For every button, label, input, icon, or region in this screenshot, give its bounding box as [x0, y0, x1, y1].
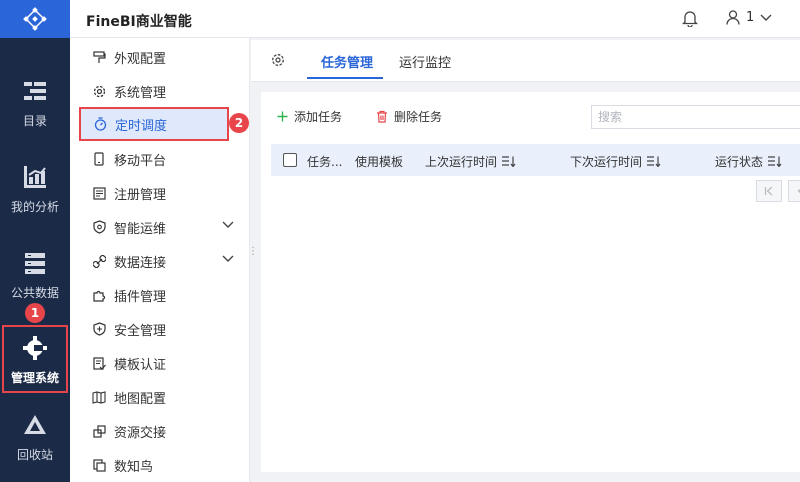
map-icon	[92, 390, 106, 404]
rail-item-recycle-bin[interactable]: 回收站	[0, 402, 70, 472]
app-logo[interactable]	[0, 0, 70, 38]
add-task-label: 添加任务	[294, 110, 343, 124]
task-panel: 添加任务 删除任务 任务... 使用模板 上次运行时间 下次运行时间 运行状态	[261, 92, 800, 472]
menu-item-label: 资源交接	[114, 425, 167, 441]
menu-item-intelligent-ops[interactable]: 智能运维	[80, 210, 240, 244]
top-header: FineBI商业智能 1	[70, 0, 800, 38]
rail-item-label: 公共数据	[10, 285, 59, 300]
rail-item-catalog[interactable]: 目录	[0, 68, 70, 138]
select-all-checkbox[interactable]	[283, 153, 297, 167]
menu-item-label: 数据连接	[114, 255, 167, 271]
left-rail: 目录 我的分析 公共数据 管理系统 1 回收站	[0, 0, 70, 482]
menu-item-registration[interactable]: 注册管理	[80, 176, 240, 210]
sort-icon[interactable]	[647, 156, 661, 167]
search-input[interactable]	[591, 105, 800, 129]
menu-item-label: 外观配置	[114, 51, 167, 67]
rail-item-label: 目录	[22, 113, 47, 128]
analysis-icon	[22, 164, 48, 190]
menu-item-data-connection[interactable]: 数据连接	[80, 244, 240, 278]
menu-item-label: 插件管理	[114, 289, 167, 305]
chevron-left-icon	[797, 188, 800, 194]
menu-item-plugin-management[interactable]: 插件管理	[80, 278, 240, 312]
puzzle-icon	[92, 288, 106, 302]
app-title: FineBI商业智能	[86, 14, 192, 30]
rail-item-my-analysis[interactable]: 我的分析	[0, 154, 70, 224]
menu-item-label: 安全管理	[114, 323, 167, 339]
menu-item-system-management[interactable]: 系统管理	[80, 74, 240, 108]
tab-task-management[interactable]: 任务管理	[321, 52, 373, 71]
recycle-icon	[22, 412, 48, 438]
tab-bar: 任务管理 运行监控	[251, 40, 800, 82]
rail-item-label: 我的分析	[10, 199, 59, 214]
paint-roller-icon	[92, 50, 106, 64]
first-page-icon	[764, 186, 773, 196]
user-menu[interactable]: 1	[726, 10, 772, 25]
rail-item-management-system[interactable]: 管理系统	[0, 325, 70, 395]
menu-item-label: 系统管理	[114, 85, 167, 101]
menu-item-template-certification[interactable]: 模板认证	[80, 346, 240, 380]
delete-task-button[interactable]: 删除任务	[376, 108, 442, 125]
pagination	[756, 180, 800, 202]
rail-item-public-data[interactable]: 公共数据	[0, 240, 70, 310]
menu-item-label: 地图配置	[114, 391, 167, 407]
user-name: 1	[746, 10, 755, 25]
delete-task-label: 删除任务	[394, 110, 443, 124]
rail-item-label: 回收站	[16, 447, 53, 462]
shield-icon	[92, 322, 106, 336]
column-header-run-status[interactable]: 运行状态	[715, 153, 782, 170]
sort-icon[interactable]	[502, 156, 516, 167]
menu-item-label: 模板认证	[114, 357, 167, 373]
menu-item-map-config[interactable]: 地图配置	[80, 380, 240, 414]
settings-gear-icon[interactable]	[271, 53, 285, 71]
trash-icon	[377, 110, 387, 123]
step-badge-1: 1	[25, 303, 45, 323]
chevron-down-icon	[760, 14, 772, 21]
menu-item-mobile-platform[interactable]: 移动平台	[80, 142, 240, 176]
register-icon	[92, 186, 106, 200]
column-header-last-run[interactable]: 上次运行时间	[425, 153, 516, 170]
menu-item-label: 智能运维	[114, 221, 167, 237]
menu-item-resource-handover[interactable]: 资源交接	[80, 414, 240, 448]
task-table-header: 任务... 使用模板 上次运行时间 下次运行时间 运行状态	[271, 144, 800, 176]
column-header-template: 使用模板	[355, 155, 404, 169]
gear-icon	[92, 84, 106, 98]
first-page-button[interactable]	[756, 180, 782, 202]
menu-item-security-management[interactable]: 安全管理	[80, 312, 240, 346]
system-menu: 外观配置 系统管理 定时调度 2 移动平台 注册管理 智能运维 数据连接 插件管…	[70, 38, 250, 482]
timer-icon	[93, 117, 107, 131]
chevron-down-icon[interactable]	[222, 221, 234, 229]
menu-item-scheduled-tasks[interactable]: 定时调度	[79, 107, 229, 141]
user-icon	[726, 10, 740, 25]
list-icon	[22, 78, 48, 104]
menu-item-label: 定时调度	[115, 118, 168, 134]
add-task-button[interactable]: 添加任务	[277, 108, 342, 125]
chevron-down-icon[interactable]	[222, 255, 234, 263]
menu-item-appearance[interactable]: 外观配置	[80, 40, 240, 74]
column-header-task-name[interactable]: 任务...	[307, 153, 342, 170]
sort-icon[interactable]	[768, 156, 782, 167]
menu-item-label: 数知鸟	[114, 459, 154, 475]
prev-page-button[interactable]	[788, 180, 800, 202]
highlight-box	[2, 325, 68, 393]
database-icon	[22, 250, 48, 276]
active-tab-indicator	[307, 77, 383, 79]
column-header-next-run[interactable]: 下次运行时间	[570, 153, 661, 170]
link-icon	[92, 254, 106, 268]
mobile-icon	[92, 152, 106, 166]
plus-icon	[277, 111, 288, 122]
certificate-icon	[92, 356, 106, 370]
menu-item-shuzhiniao[interactable]: 数知鸟	[80, 448, 240, 482]
menu-item-label: 移动平台	[114, 153, 167, 169]
menu-item-label: 注册管理	[114, 187, 167, 203]
copy-icon	[92, 458, 106, 472]
step-badge-2: 2	[229, 113, 249, 133]
tab-run-monitor[interactable]: 运行监控	[399, 52, 451, 71]
handover-icon	[92, 424, 106, 438]
logo-icon	[23, 7, 47, 31]
shield-wrench-icon	[92, 220, 106, 234]
notification-bell-icon[interactable]	[681, 10, 699, 31]
